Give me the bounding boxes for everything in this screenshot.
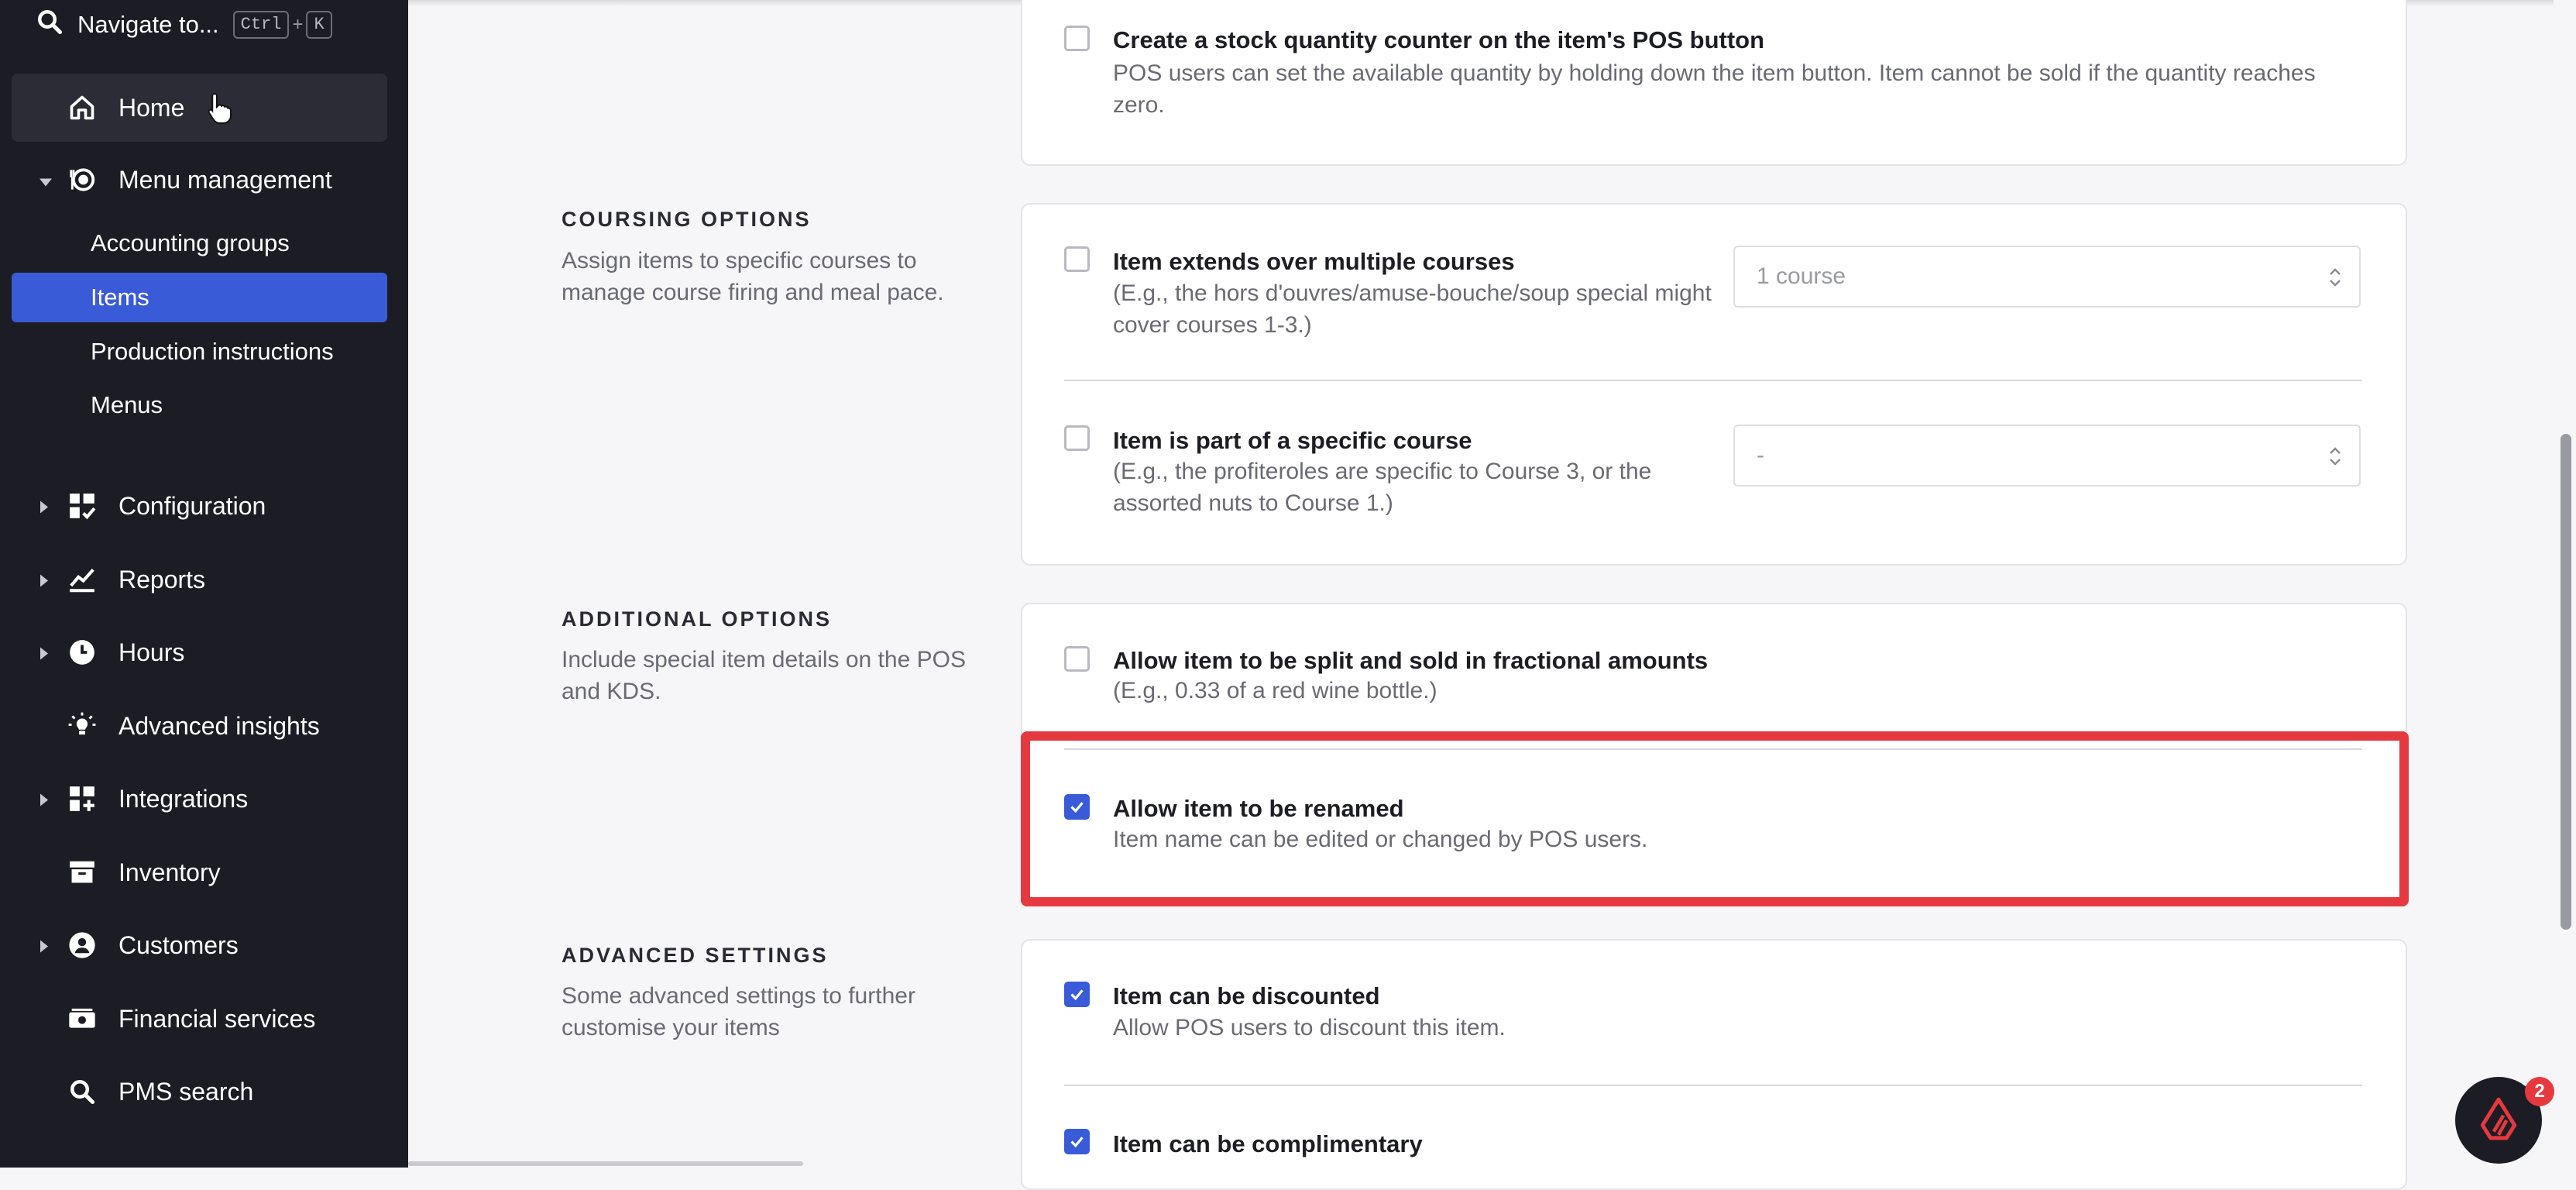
integrations-icon <box>67 783 98 814</box>
sidebar-item-pms-search[interactable]: PMS search <box>0 1058 408 1126</box>
red-highlight-box <box>1021 731 2409 906</box>
discounted-desc: Allow POS users to discount this item. <box>1113 1015 1506 1040</box>
lightbulb-icon <box>67 710 98 741</box>
sidebar-item-financial-services[interactable]: Financial services <box>0 985 408 1053</box>
stock-counter-desc-line1: POS users can set the available quantity… <box>1113 60 2316 86</box>
stock-counter-checkbox[interactable] <box>1064 26 1090 51</box>
sidebar-item-integrations[interactable]: Integrations <box>0 765 408 833</box>
sidebar-item-home[interactable]: Home <box>0 74 408 142</box>
specific-course-select[interactable]: - <box>1733 425 2361 487</box>
stock-counter-title: Create a stock quantity counter on the i… <box>1113 26 1765 53</box>
sidebar-item-advanced-insights[interactable]: Advanced insights <box>0 692 408 760</box>
select-updown-icon <box>2328 442 2342 477</box>
sidebar-subitem-production-instructions[interactable]: Production instructions <box>91 338 334 366</box>
additional-options-heading: ADDITIONAL OPTIONS <box>562 607 833 631</box>
sidebar-subitem-items[interactable]: Items <box>91 284 149 311</box>
sidebar-item-inventory[interactable]: Inventory <box>0 838 408 906</box>
horizontal-scrollbar[interactable] <box>408 1161 803 1166</box>
chevron-right-icon <box>39 785 50 813</box>
specific-course-title: Item is part of a specific course <box>1113 427 1472 454</box>
sidebar-item-label: Menu management <box>118 165 332 194</box>
checkmark-icon <box>1070 1137 1084 1148</box>
sidebar-item-customers[interactable]: Customers <box>0 911 408 979</box>
multiple-courses-desc: (E.g., the hors d'ouvres/amuse-bouche/so… <box>1113 280 1712 338</box>
sidebar-item-label: Integrations <box>118 784 249 813</box>
coursing-divider <box>1064 380 2362 381</box>
course-count-value: 1 course <box>1757 263 1846 289</box>
sidebar-item-label: Financial services <box>118 1004 316 1033</box>
multiple-courses-checkbox[interactable] <box>1064 246 1090 272</box>
sidebar-item-menu-management[interactable]: Menu management <box>0 146 408 214</box>
vertical-scrollbar[interactable] <box>2561 434 2571 930</box>
chevron-down-icon <box>39 166 53 194</box>
sidebar-item-label: Configuration <box>118 491 266 520</box>
sidebar-subitem-menus[interactable]: Menus <box>91 391 163 419</box>
discounted-title: Item can be discounted <box>1113 982 1380 1009</box>
advanced-settings-heading: ADVANCED SETTINGS <box>562 944 829 967</box>
specific-course-checkbox[interactable] <box>1064 425 1090 451</box>
money-icon <box>67 1003 98 1034</box>
sidebar-item-label: Inventory <box>118 858 221 886</box>
sidebar-item-label: Customers <box>118 930 239 959</box>
clock-icon <box>67 637 98 668</box>
sidebar-item-label: PMS search <box>118 1077 254 1106</box>
sidebar-item-label: Reports <box>118 565 206 593</box>
navigate-search[interactable]: Navigate to... Ctrl + K <box>36 8 332 42</box>
additional-options-desc: Include special item details on the POS … <box>562 647 966 704</box>
discounted-checkbox[interactable] <box>1064 982 1090 1007</box>
chevron-right-icon <box>39 492 50 521</box>
navigate-label: Navigate to... <box>77 11 219 38</box>
select-updown-icon <box>2328 263 2342 298</box>
shortcut-hint: Ctrl + K <box>232 11 332 39</box>
chevron-right-icon <box>39 931 50 960</box>
customer-icon <box>67 930 98 961</box>
sidebar-item-label: Hours <box>118 638 185 666</box>
kbd-plus: + <box>292 14 304 35</box>
fractional-desc: (E.g., 0.33 of a red wine bottle.) <box>1113 678 1437 703</box>
inventory-box-icon <box>67 857 98 888</box>
advanced-divider <box>1064 1085 2362 1086</box>
advanced-settings-desc: Some advanced settings to further custom… <box>562 983 915 1040</box>
search-icon <box>36 8 64 42</box>
fractional-checkbox[interactable] <box>1064 646 1090 672</box>
fractional-title: Allow item to be split and sold in fract… <box>1113 647 1709 674</box>
sidebar-subitem-accounting-groups[interactable]: Accounting groups <box>91 229 290 257</box>
sidebar-item-hours[interactable]: Hours <box>0 618 408 686</box>
sidebar-item-reports[interactable]: Reports <box>0 545 408 614</box>
specific-course-desc: (E.g., the profiteroles are specific to … <box>1113 459 1652 516</box>
specific-course-value: - <box>1757 442 1764 468</box>
hand-cursor-icon <box>207 91 233 129</box>
sidebar-item-configuration[interactable]: Configuration <box>0 472 408 540</box>
sidebar: Navigate to... Ctrl + K Home Menu manage… <box>0 0 408 1168</box>
home-icon <box>67 92 98 123</box>
complimentary-title: Item can be complimentary <box>1113 1130 1423 1157</box>
sidebar-item-label: Advanced insights <box>118 711 320 740</box>
flame-logo-icon <box>2479 1096 2518 1145</box>
complimentary-checkbox[interactable] <box>1064 1129 1090 1154</box>
multiple-courses-title: Item extends over multiple courses <box>1113 248 1515 275</box>
kbd-k: K <box>306 11 332 39</box>
stock-counter-desc-line2: zero. <box>1113 92 1165 118</box>
notification-badge: 2 <box>2525 1077 2554 1106</box>
sidebar-item-label: Home <box>118 93 185 122</box>
sidebar-subitem-items-active[interactable] <box>12 273 387 322</box>
configuration-icon <box>67 490 98 521</box>
reports-chart-icon <box>67 564 98 595</box>
chevron-right-icon <box>39 638 50 667</box>
chevron-right-icon <box>39 566 50 594</box>
search-icon <box>67 1076 98 1107</box>
kbd-ctrl: Ctrl <box>232 11 290 39</box>
coursing-options-desc: Assign items to specific courses to mana… <box>562 248 944 305</box>
checkmark-icon <box>1070 989 1084 1001</box>
stock-counter-desc: POS users can set the available quantity… <box>1113 57 2383 121</box>
course-count-select[interactable]: 1 course <box>1733 246 2361 308</box>
coursing-options-heading: COURSING OPTIONS <box>562 208 812 231</box>
menu-management-icon <box>67 164 98 195</box>
